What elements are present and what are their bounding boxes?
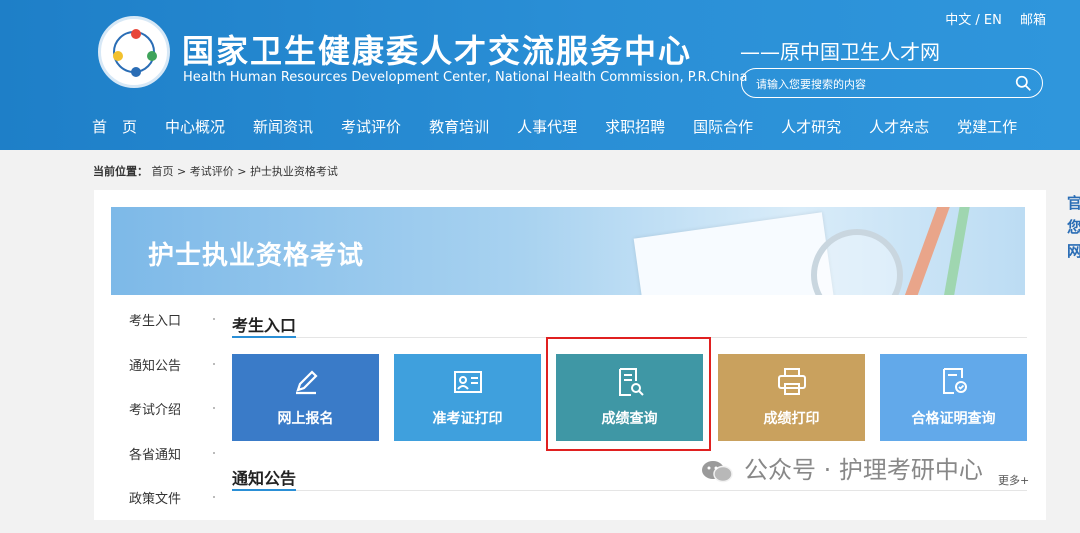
tile-label: 网上报名 (277, 411, 334, 427)
section-title-notices: 通知公告 (232, 469, 297, 488)
organization-logo[interactable] (98, 16, 170, 88)
page-title: 护士执业资格考试 (148, 241, 365, 271)
mailbox-link[interactable]: 邮箱 (1020, 13, 1046, 28)
nav-recruitment[interactable]: 求职招聘 (605, 112, 665, 142)
edge-text: 您 (1067, 218, 1080, 236)
logo-dot (131, 67, 141, 77)
tile-label: 合格证明查询 (911, 411, 996, 427)
paper-illustration (633, 212, 835, 295)
tile-label: 准考证打印 (432, 411, 503, 427)
breadcrumb-exam-evaluation[interactable]: 考试评价 (190, 165, 234, 178)
sidebar-item-candidate-entry[interactable]: 考生入口 (111, 310, 215, 355)
score-print-button[interactable]: 成绩打印 (718, 354, 865, 441)
highlight-box (546, 337, 711, 451)
nav-center-overview[interactable]: 中心概况 (165, 112, 225, 142)
page-banner: 护士执业资格考试 (111, 207, 1025, 295)
id-card-icon (454, 371, 482, 393)
site-subtitle: ——原中国卫生人才网 (740, 40, 940, 64)
breadcrumb-separator: > (177, 165, 187, 178)
logo-dot (131, 29, 141, 39)
wechat-icon (702, 461, 733, 483)
search-icon[interactable] (1015, 75, 1032, 92)
certificate-icon (943, 368, 967, 394)
breadcrumb-current: 护士执业资格考试 (249, 165, 338, 178)
sidebar-item-notices[interactable]: 通知公告 (111, 355, 215, 400)
printer-icon (778, 368, 806, 395)
nav-talent-magazine[interactable]: 人才杂志 (869, 112, 929, 142)
nav-news[interactable]: 新闻资讯 (253, 112, 313, 142)
nav-international[interactable]: 国际合作 (693, 112, 753, 142)
logo-dot (113, 51, 123, 61)
edge-text: 网 (1067, 242, 1080, 260)
search-input[interactable] (754, 73, 1008, 95)
sidebar-item-provincial-notices[interactable]: 各省通知 (111, 444, 215, 489)
site-title-en: Health Human Resources Development Cente… (183, 70, 748, 85)
breadcrumb-separator: > (237, 165, 247, 178)
nav-party-building[interactable]: 党建工作 (957, 112, 1017, 142)
tile-label: 成绩打印 (763, 411, 820, 427)
pencil-icon (296, 370, 318, 395)
qualification-certificate-query-button[interactable]: 合格证明查询 (880, 354, 1027, 441)
breadcrumb-home[interactable]: 首页 (152, 165, 174, 178)
site-title-cn: 国家卫生健康委人才交流服务中心 (182, 32, 693, 70)
top-links: 中文 / EN 邮箱 (931, 9, 1046, 28)
nav-education-training[interactable]: 教育培训 (429, 112, 489, 142)
search-box (741, 68, 1043, 98)
breadcrumb-label: 当前位置： (93, 165, 148, 178)
language-switch-link[interactable]: 中文 / EN (945, 13, 1002, 28)
pen-illustration (941, 207, 971, 295)
logo-dot (147, 51, 157, 61)
watermark-text: 公众号 · 护理考研中心 (744, 456, 983, 484)
site-header: 国家卫生健康委人才交流服务中心 Health Human Resources D… (0, 0, 1080, 150)
section-underline (232, 336, 296, 338)
side-menu: 考生入口 通知公告 考试介绍 各省通知 政策文件 (111, 310, 215, 533)
breadcrumb: 当前位置： 首页 > 考试评价 > 护士执业资格考试 (93, 163, 338, 179)
pen-illustration (902, 207, 952, 295)
main-nav: 首 页 中心概况 新闻资讯 考试评价 教育培训 人事代理 求职招聘 国际合作 人… (92, 112, 1045, 142)
nav-exam-evaluation[interactable]: 考试评价 (341, 112, 401, 142)
sidebar-item-exam-intro[interactable]: 考试介绍 (111, 399, 215, 444)
sidebar-item-policy-documents[interactable]: 政策文件 (111, 488, 215, 533)
nav-personnel-agency[interactable]: 人事代理 (517, 112, 577, 142)
section-title-entry: 考生入口 (232, 316, 297, 335)
nav-home[interactable]: 首 页 (92, 112, 137, 142)
nav-talent-research[interactable]: 人才研究 (781, 112, 841, 142)
online-registration-button[interactable]: 网上报名 (232, 354, 379, 441)
edge-text: 官 (1067, 194, 1080, 212)
admission-ticket-print-button[interactable]: 准考证打印 (394, 354, 541, 441)
watermark: 公众号 · 护理考研中心 (700, 450, 983, 485)
section-underline (232, 489, 296, 491)
more-link[interactable]: 更多+ (998, 472, 1029, 488)
section-divider (232, 490, 1027, 491)
